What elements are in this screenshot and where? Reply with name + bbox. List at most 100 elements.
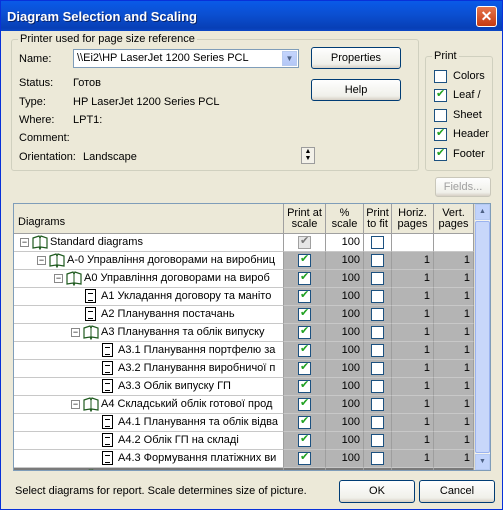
table-row[interactable]: A3.3 Облік випуску ГП 100 11	[14, 378, 476, 396]
scale-cell[interactable]: 100	[326, 342, 364, 360]
vert-pages-cell[interactable]	[434, 234, 474, 252]
print-footer-option[interactable]: Footer	[434, 146, 485, 162]
scroll-thumb[interactable]	[475, 221, 490, 453]
diagram-name-cell[interactable]: A2 Планування постачань	[14, 306, 284, 324]
scale-cell[interactable]: 100	[326, 288, 364, 306]
horiz-pages-cell[interactable]: 1	[392, 432, 434, 450]
horiz-pages-cell[interactable]: 1	[392, 378, 434, 396]
table-row[interactable]: A1 Укладання договору та маніто 100 11	[14, 288, 476, 306]
scale-cell[interactable]: 100	[326, 468, 364, 470]
properties-button[interactable]: Properties	[311, 47, 401, 69]
horiz-pages-cell[interactable]: 1	[392, 252, 434, 270]
print-colors-checkbox[interactable]	[434, 69, 447, 83]
print-at-scale-checkbox[interactable]	[298, 378, 311, 393]
print-at-scale-checkbox[interactable]	[298, 342, 311, 357]
print-to-fit-checkbox[interactable]	[371, 416, 384, 429]
scale-cell[interactable]: 100	[326, 360, 364, 378]
print-to-fit-checkbox[interactable]	[371, 290, 384, 303]
print-at-scale-checkbox[interactable]	[298, 288, 311, 303]
collapse-icon[interactable]: −	[54, 274, 63, 283]
diagram-name-cell[interactable]: A4.2 Облік ГП на складі	[14, 432, 284, 450]
table-row[interactable]: A4.2 Облік ГП на складі 100 11	[14, 432, 476, 450]
print-colors-option[interactable]: Colors	[434, 68, 485, 84]
vert-pages-cell[interactable]: 1	[434, 324, 474, 342]
horiz-pages-cell[interactable]: 1	[392, 360, 434, 378]
scale-cell[interactable]: 100	[326, 270, 364, 288]
chevron-down-icon[interactable]: ▼	[282, 51, 297, 66]
diagram-name-cell[interactable]: A3.1 Планування портфелю за	[14, 342, 284, 360]
collapse-icon[interactable]: −	[20, 238, 29, 247]
header-scale[interactable]: % scale	[326, 204, 364, 234]
cancel-button[interactable]: Cancel	[419, 480, 495, 503]
print-leaf-option[interactable]: Leaf /	[434, 87, 481, 103]
ok-button[interactable]: OK	[339, 480, 415, 503]
table-row[interactable]: − A-0 Управління договорами на виробниц 10…	[14, 252, 476, 270]
table-row[interactable]: A4.1 Планування та облік відва 100 11	[14, 414, 476, 432]
diagram-name-cell[interactable]: − A4 Складський облік готової прод	[14, 396, 284, 414]
header-horiz-pages[interactable]: Horiz. pages	[392, 204, 434, 234]
vert-pages-cell[interactable]: 1	[434, 288, 474, 306]
print-to-fit-checkbox[interactable]	[371, 344, 384, 357]
title-bar[interactable]: Diagram Selection and Scaling ✕	[1, 1, 502, 31]
table-row[interactable]: A4.3 Формування платіжних ви 100 11	[14, 450, 476, 468]
print-at-scale-checkbox[interactable]	[298, 414, 311, 429]
vert-pages-cell[interactable]: 1	[434, 306, 474, 324]
diagram-name-cell[interactable]: +A5 Аналіз виконання зобов'язань	[14, 468, 284, 470]
diagram-name-cell[interactable]: A4.3 Формування платіжних ви	[14, 450, 284, 468]
horiz-pages-cell[interactable]: 1	[392, 396, 434, 414]
close-button[interactable]: ✕	[476, 6, 497, 27]
print-to-fit-checkbox[interactable]	[371, 326, 384, 339]
diagram-name-cell[interactable]: A4.1 Планування та облік відва	[14, 414, 284, 432]
print-to-fit-checkbox[interactable]	[371, 380, 384, 393]
orientation-spinner[interactable]: ▲ ▼	[301, 147, 315, 164]
diagram-name-cell[interactable]: A3.3 Облік випуску ГП	[14, 378, 284, 396]
print-to-fit-checkbox[interactable]	[371, 398, 384, 411]
print-footer-checkbox[interactable]	[434, 146, 447, 161]
header-print-at-scale[interactable]: Print at scale	[284, 204, 326, 234]
vert-pages-cell[interactable]: 1	[434, 432, 474, 450]
print-to-fit-checkbox[interactable]	[371, 254, 384, 267]
print-leaf-checkbox[interactable]	[434, 87, 447, 102]
print-to-fit-checkbox[interactable]	[371, 470, 384, 471]
horiz-pages-cell[interactable]: 1	[392, 342, 434, 360]
table-row[interactable]: A3.1 Планування портфелю за 100 11	[14, 342, 476, 360]
horiz-pages-cell[interactable]: 1	[392, 306, 434, 324]
print-header-checkbox[interactable]	[434, 126, 447, 141]
vertical-scrollbar[interactable]: ▲ ▼	[474, 204, 490, 470]
vert-pages-cell[interactable]: 1	[434, 378, 474, 396]
header-vert-pages[interactable]: Vert. pages	[434, 204, 474, 234]
fields-button[interactable]: Fields...	[435, 177, 491, 197]
horiz-pages-cell[interactable]: 1	[392, 324, 434, 342]
table-row[interactable]: A3.2 Планування виробничої п 100 11	[14, 360, 476, 378]
help-button[interactable]: Help	[311, 79, 401, 101]
print-at-scale-checkbox[interactable]	[298, 306, 311, 321]
scale-cell[interactable]: 100	[326, 414, 364, 432]
scale-cell[interactable]: 100	[326, 432, 364, 450]
print-to-fit-checkbox[interactable]	[371, 236, 384, 249]
horiz-pages-cell[interactable]: 1	[392, 414, 434, 432]
print-sheet-checkbox[interactable]	[434, 108, 447, 122]
collapse-icon[interactable]: −	[71, 328, 80, 337]
vert-pages-cell[interactable]: 1	[434, 342, 474, 360]
scale-cell[interactable]: 100	[326, 234, 364, 252]
horiz-pages-cell[interactable]: 1	[392, 270, 434, 288]
printer-name-select[interactable]: \\Ei2\HP LaserJet 1200 Series PCL ▼	[73, 49, 299, 68]
print-at-scale-checkbox[interactable]	[298, 360, 311, 375]
print-sheet-option[interactable]: Sheet	[434, 107, 482, 123]
print-to-fit-checkbox[interactable]	[371, 272, 384, 285]
print-at-scale-checkbox[interactable]	[298, 450, 311, 465]
print-to-fit-checkbox[interactable]	[371, 362, 384, 375]
scale-cell[interactable]: 100	[326, 396, 364, 414]
print-at-scale-checkbox[interactable]	[300, 468, 309, 470]
print-at-scale-checkbox[interactable]	[298, 324, 311, 339]
print-at-scale-checkbox[interactable]	[298, 432, 311, 447]
table-row[interactable]: A2 Планування постачань 100 11	[14, 306, 476, 324]
vert-pages-cell[interactable]: 1	[434, 414, 474, 432]
table-row[interactable]: − Standard diagrams 100	[14, 234, 476, 252]
diagram-name-cell[interactable]: − A3 Планування та облік випуску	[14, 324, 284, 342]
print-at-scale-checkbox[interactable]	[298, 252, 311, 267]
table-row[interactable]: − A0 Управління договорами на вироб 100 11	[14, 270, 476, 288]
diagram-name-cell[interactable]: − Standard diagrams	[14, 234, 284, 252]
diagram-name-cell[interactable]: − A-0 Управління договорами на виробниц	[14, 252, 284, 270]
diagram-name-cell[interactable]: A1 Укладання договору та маніто	[14, 288, 284, 306]
